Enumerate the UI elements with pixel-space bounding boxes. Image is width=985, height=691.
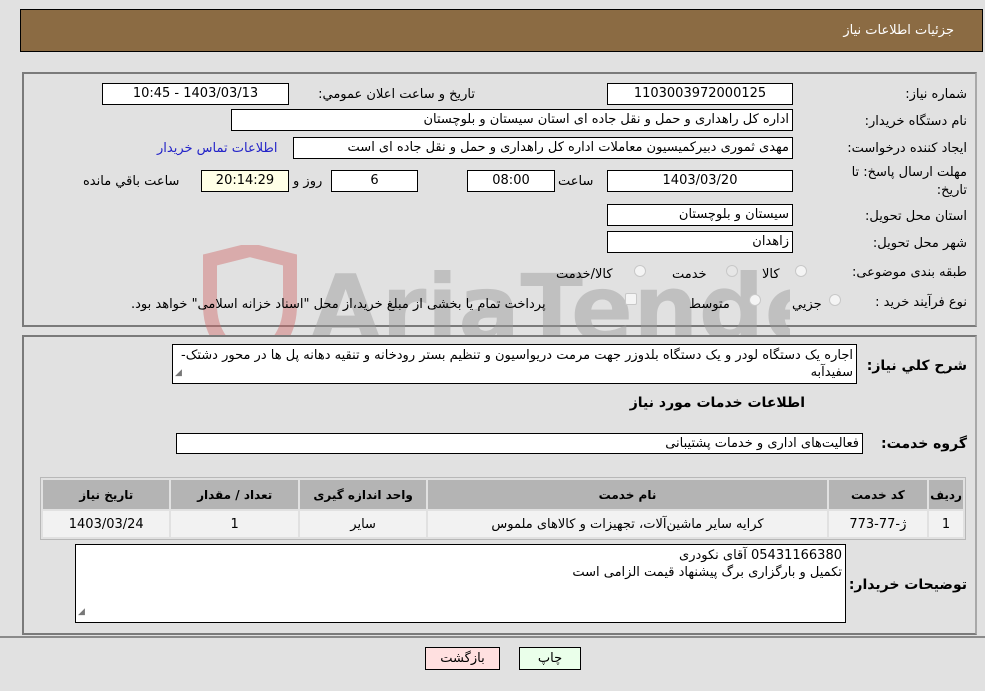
requester-field[interactable]: مهدی ثموری دبیرکمیسیون معاملات اداره کل … — [293, 137, 793, 159]
announce-datetime-label: تاریخ و ساعت اعلان عمومي: — [318, 87, 475, 102]
need-number-label: شماره نیاز: — [905, 87, 967, 102]
category-radio-service[interactable] — [726, 265, 738, 277]
col-service-code: کد خدمت — [828, 480, 928, 509]
service-group-field[interactable]: فعالیت‌های اداری و خدمات پشتیبانی — [176, 433, 863, 454]
table-header-row: ردیف کد خدمت نام خدمت واحد اندازه گیری ت… — [43, 480, 963, 509]
purchase-process-label: نوع فرآیند خرید : — [875, 295, 967, 310]
category-option-service: خدمت — [672, 267, 707, 282]
buyer-notes-label: توضیحات خریدار: — [848, 577, 967, 593]
col-need-date: تاریخ نیاز — [43, 480, 170, 509]
resize-grip-icon[interactable]: ◢ — [175, 365, 182, 382]
footer-divider — [0, 636, 985, 638]
description-textarea[interactable]: اجاره یک دستگاه لودر و یک دستگاه بلدوزر … — [172, 344, 857, 384]
cell-quantity: 1 — [171, 511, 298, 537]
buyer-notes-textarea[interactable]: 05431166380 آقای نکودری تکمیل و بارگزاری… — [75, 544, 846, 623]
province-label: استان محل تحویل: — [865, 209, 967, 224]
deadline-label-line1: مهلت ارسال پاسخ: تا — [851, 165, 967, 180]
services-table: ردیف کد خدمت نام خدمت واحد اندازه گیری ت… — [40, 477, 966, 540]
service-group-label: گروه خدمت: — [881, 436, 967, 452]
buyer-notes-line2: تکمیل و بارگزاری برگ پیشنهاد قیمت الزامی… — [572, 565, 842, 580]
deadline-time-label: ساعت — [558, 174, 594, 189]
days-label: روز و — [293, 174, 323, 189]
process-radio-medium[interactable] — [749, 294, 761, 306]
description-label: شرح کلي نیاز: — [866, 358, 967, 374]
deadline-label-line2: تاریخ: — [936, 183, 967, 198]
time-remaining-label: ساعت باقي مانده — [83, 174, 180, 189]
col-service-name: نام خدمت — [428, 480, 827, 509]
buyer-org-label: نام دستگاه خریدار: — [864, 114, 967, 129]
cell-need-date: 1403/03/24 — [43, 511, 170, 537]
treasury-note: پرداخت تمام یا بخشی از مبلغ خرید،از محل … — [131, 297, 546, 312]
requester-label: ایجاد کننده درخواست: — [847, 141, 967, 156]
buyer-contact-link[interactable]: اطلاعات تماس خریدار — [157, 141, 277, 156]
buyer-org-field[interactable]: اداره کل راهداری و حمل و نقل جاده ای است… — [231, 109, 793, 131]
col-row-number: ردیف — [929, 480, 963, 509]
page-title: جزئیات اطلاعات نیاز — [843, 23, 954, 38]
cell-service-code: ژ-77-773 — [828, 511, 928, 537]
print-button[interactable]: چاپ — [519, 647, 581, 670]
table-row: 1 ژ-77-773 کرایه سایر ماشین‌آلات، تجهیزا… — [43, 511, 963, 537]
deadline-time-field[interactable]: 08:00 — [467, 170, 555, 192]
time-remaining-field: 20:14:29 — [201, 170, 289, 192]
category-option-goods-service: کالا/خدمت — [556, 267, 613, 282]
cell-unit: سایر — [299, 511, 427, 537]
category-radio-goods-service[interactable] — [634, 265, 646, 277]
process-option-minor: جزيي — [792, 297, 822, 312]
days-remaining-field[interactable]: 6 — [331, 170, 418, 192]
process-option-medium: متوسط — [689, 297, 730, 312]
need-number-field[interactable]: 1103003972000125 — [607, 83, 793, 105]
announce-datetime-field[interactable]: 1403/03/13 - 10:45 — [102, 83, 289, 105]
cell-row-number: 1 — [929, 511, 963, 537]
deadline-date-field[interactable]: 1403/03/20 — [607, 170, 793, 192]
category-label: طبقه بندی موضوعی: — [851, 265, 967, 280]
col-unit: واحد اندازه گیری — [299, 480, 427, 509]
city-field[interactable]: زاهدان — [607, 231, 793, 253]
process-radio-minor[interactable] — [829, 294, 841, 306]
category-radio-goods[interactable] — [795, 265, 807, 277]
cell-service-name: کرایه سایر ماشین‌آلات، تجهیزات و کالاهای… — [428, 511, 827, 537]
description-text: اجاره یک دستگاه لودر و یک دستگاه بلدوزر … — [181, 348, 853, 380]
category-option-goods: کالا — [762, 267, 780, 282]
services-section-title: اطلاعات خدمات مورد نیاز — [629, 395, 805, 411]
treasury-checkbox[interactable] — [625, 293, 637, 305]
resize-grip-icon[interactable]: ◢ — [78, 604, 85, 621]
page-header: جزئیات اطلاعات نیاز — [20, 9, 983, 52]
back-button[interactable]: بازگشت — [425, 647, 500, 670]
col-quantity: تعداد / مقدار — [171, 480, 298, 509]
city-label: شهر محل تحویل: — [872, 236, 967, 251]
buyer-notes-line1: 05431166380 آقای نکودری — [679, 548, 842, 563]
province-field[interactable]: سیستان و بلوچستان — [607, 204, 793, 226]
